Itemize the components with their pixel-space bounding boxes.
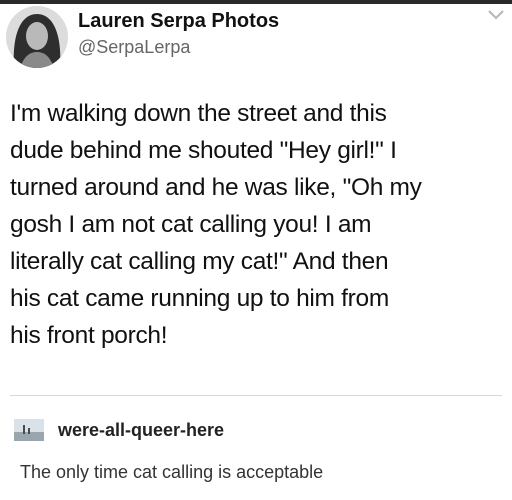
tweet-text-line: dude behind me shouted "Hey girl!" I	[10, 137, 397, 164]
tweet-text-line: I'm walking down the street and this	[10, 100, 387, 127]
user-handle[interactable]: @SerpaLerpa	[78, 37, 190, 58]
landscape-thumbnail-icon[interactable]	[14, 419, 44, 441]
tweet-text-line: his front porch!	[10, 322, 168, 349]
tweet-text-line: literally cat calling my cat!" And then	[10, 248, 389, 275]
divider	[10, 395, 502, 396]
reblog-username[interactable]: were-all-queer-here	[58, 420, 224, 441]
tweet-text-line: turned around and he was like, "Oh my	[10, 174, 422, 201]
reblog-author: were-all-queer-here	[14, 418, 224, 442]
top-border	[0, 0, 512, 4]
avatar[interactable]	[6, 6, 68, 68]
display-name[interactable]: Lauren Serpa Photos	[78, 10, 279, 33]
chevron-down-icon[interactable]	[486, 8, 506, 22]
tweet-text-line: his cat came running up to him from	[10, 285, 389, 312]
tweet-text: I'm walking down the street and this dud…	[10, 95, 510, 354]
post-screenshot: Lauren Serpa Photos @SerpaLerpa I'm walk…	[0, 0, 512, 500]
tweet-text-line: gosh I am not cat calling you! I am	[10, 211, 372, 238]
tweet-header: Lauren Serpa Photos @SerpaLerpa	[6, 6, 506, 70]
profile-photo-icon	[6, 6, 68, 68]
reblog-comment: The only time cat calling is acceptable	[20, 462, 324, 482]
